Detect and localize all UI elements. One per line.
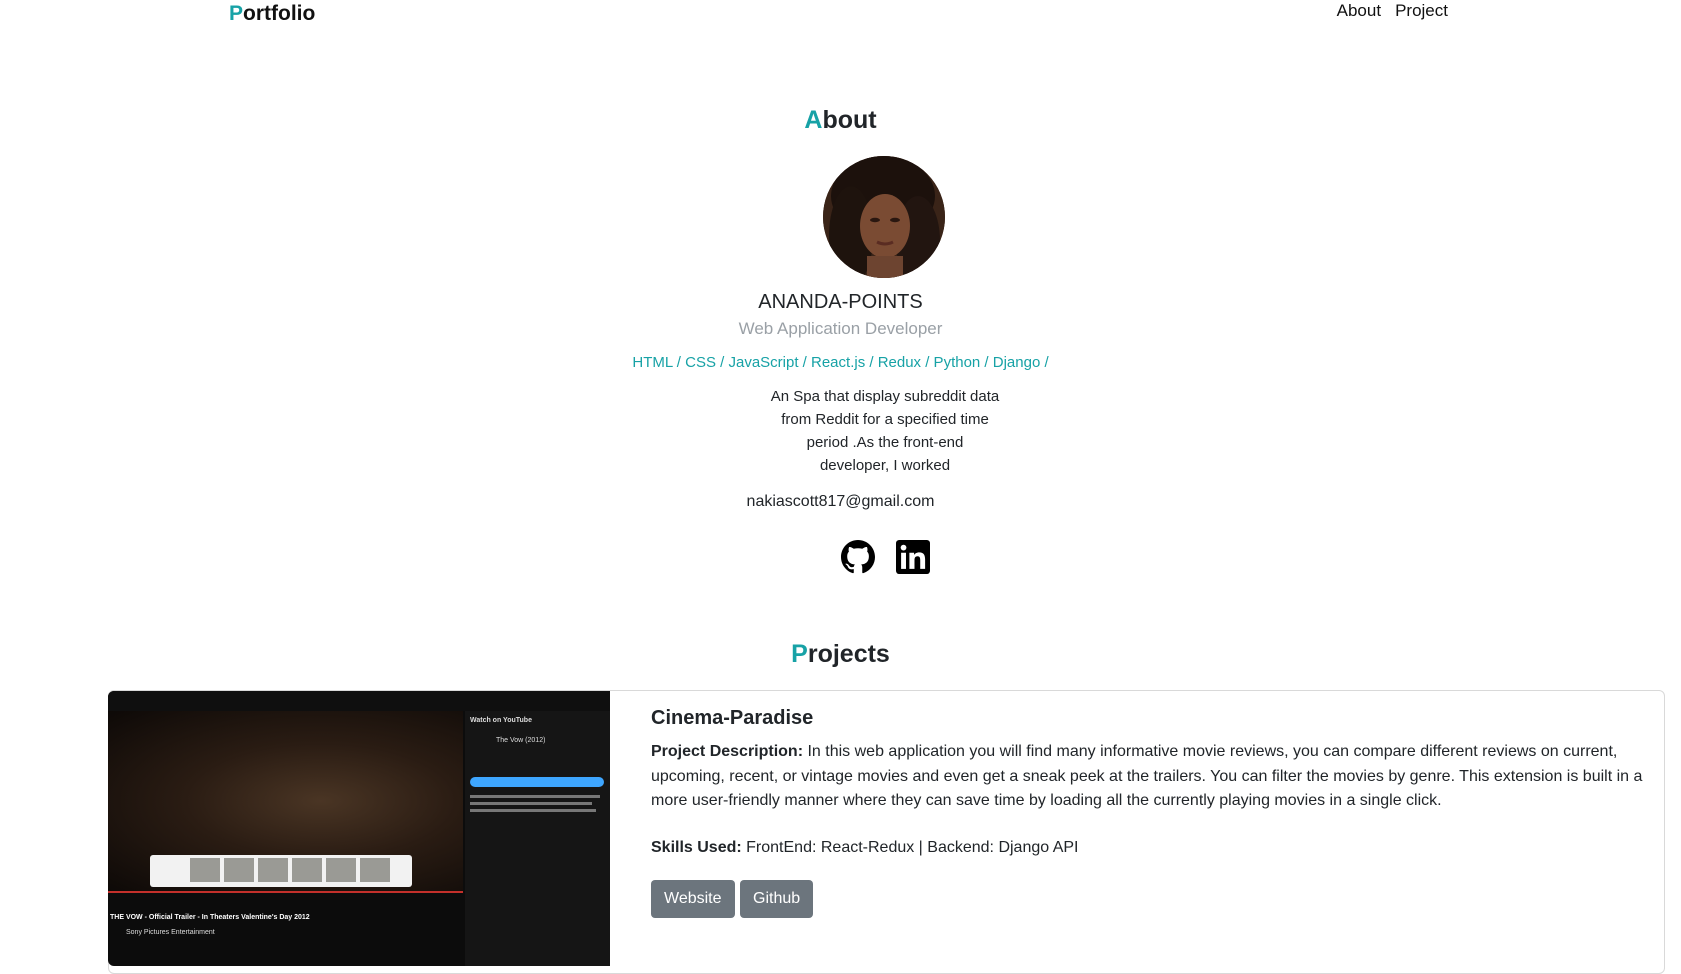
screenshot-thumb bbox=[360, 858, 390, 882]
nav-links: About Project bbox=[1337, 1, 1448, 21]
github-button[interactable]: Github bbox=[740, 880, 814, 918]
screenshot-channel: Sony Pictures Entertainment bbox=[126, 929, 215, 936]
profile-email[interactable]: nakiascott817@gmail.com bbox=[0, 493, 1681, 511]
linkedin-icon[interactable] bbox=[896, 540, 930, 574]
top-navbar: Portfolio About Project bbox=[0, 0, 1681, 30]
screenshot-topbar bbox=[108, 691, 610, 711]
screenshot-thumb bbox=[224, 858, 254, 882]
screenshot-thumb bbox=[258, 858, 288, 882]
screenshot-sidebar bbox=[465, 711, 610, 966]
project-skills-text: FrontEnd: React-Redux | Backend: Django … bbox=[746, 839, 1079, 856]
screenshot-buy-button bbox=[470, 777, 604, 787]
brand-logo[interactable]: Portfolio bbox=[229, 2, 315, 26]
about-heading-accent: A bbox=[804, 106, 823, 134]
project-title: Cinema-Paradise bbox=[651, 707, 814, 729]
avatar bbox=[823, 156, 945, 278]
brand-accent-letter: P bbox=[229, 2, 244, 25]
screenshot-text-line bbox=[470, 809, 596, 812]
projects-heading: Projects bbox=[0, 640, 1681, 669]
screenshot-watch-label: Watch on YouTube bbox=[470, 717, 532, 724]
screenshot-movie-title: The Vow (2012) bbox=[496, 737, 546, 744]
project-skills-label: Skills Used: bbox=[651, 839, 742, 856]
screenshot-progress-bar bbox=[108, 891, 463, 893]
about-heading: About bbox=[0, 106, 1681, 135]
screenshot-thumb bbox=[326, 858, 356, 882]
profile-role: Web Application Developer bbox=[738, 319, 943, 338]
project-description: Project Description: In this web applica… bbox=[651, 740, 1646, 814]
screenshot-thumb bbox=[292, 858, 322, 882]
brand-text: ortfolio bbox=[243, 2, 316, 25]
skills-list: HTML / CSS / JavaScript / React.js / Red… bbox=[632, 354, 1049, 371]
avatar-portrait bbox=[823, 156, 945, 278]
project-screenshot: Watch on YouTube The Vow (2012) THE VOW … bbox=[108, 691, 610, 966]
project-skills: Skills Used: FrontEnd: React-Redux | Bac… bbox=[651, 839, 1079, 857]
screenshot-text-line bbox=[470, 802, 592, 805]
nav-link-project[interactable]: Project bbox=[1395, 1, 1448, 21]
screenshot-caption: THE VOW - Official Trailer - In Theaters… bbox=[110, 914, 310, 921]
projects-heading-text: rojects bbox=[807, 640, 890, 668]
profile-bio: An Spa that display subreddit data from … bbox=[770, 388, 1000, 474]
about-heading-text: bout bbox=[822, 106, 877, 134]
profile-name: ANANDA-POINTS bbox=[758, 291, 923, 313]
github-icon[interactable] bbox=[841, 540, 875, 574]
screenshot-thumb bbox=[190, 858, 220, 882]
projects-heading-accent: P bbox=[791, 640, 808, 668]
screenshot-text-line bbox=[470, 795, 600, 798]
nav-link-about[interactable]: About bbox=[1337, 1, 1381, 21]
website-button[interactable]: Website bbox=[651, 880, 735, 918]
project-description-label: Project Description: bbox=[651, 743, 804, 760]
